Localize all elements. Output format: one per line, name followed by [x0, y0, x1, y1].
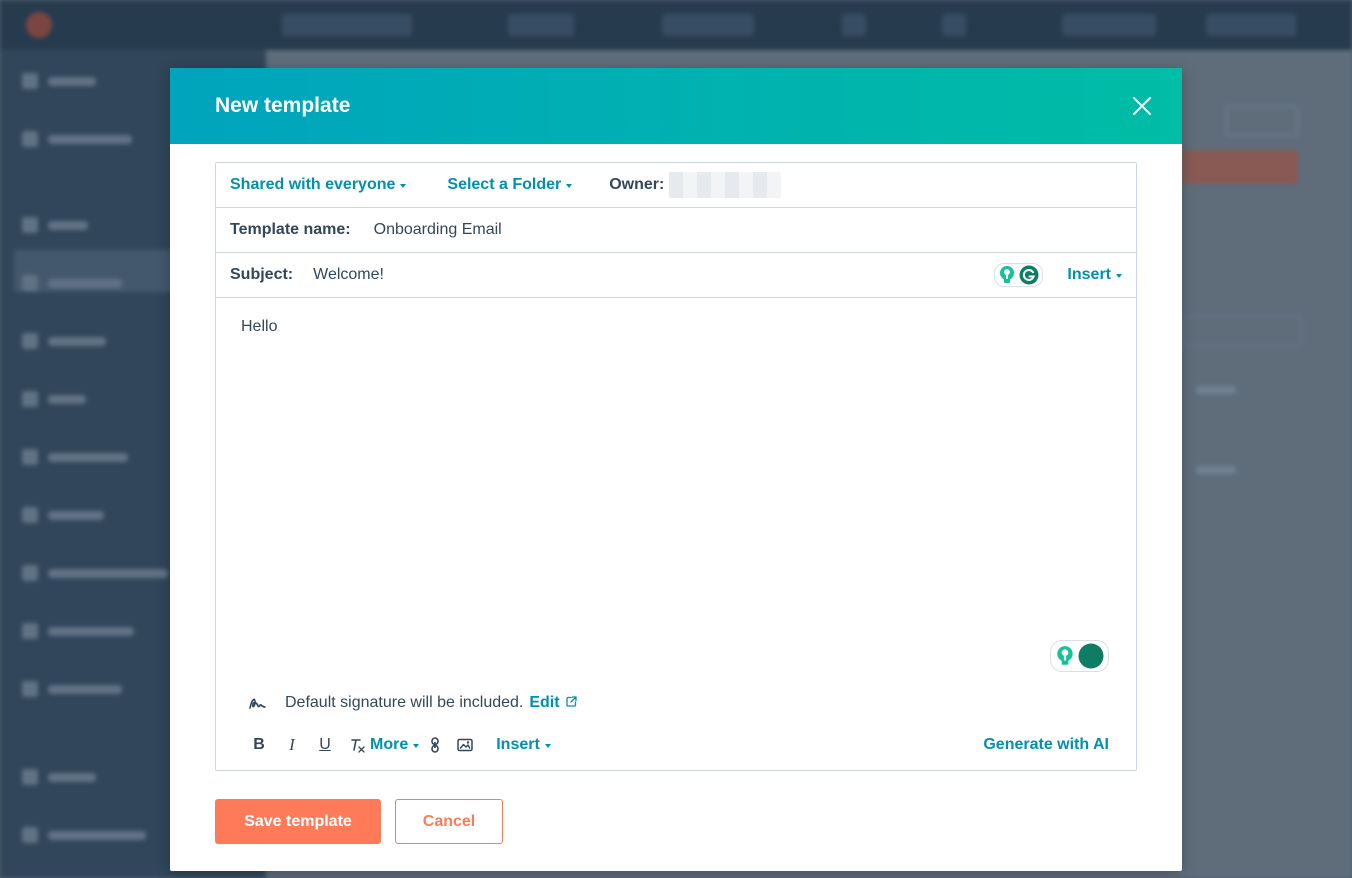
generate-with-ai-label: Generate with AI	[983, 736, 1109, 753]
chevron-down-icon	[544, 743, 551, 748]
template-meta-row: Shared with everyone Select a Folder Own…	[216, 163, 1136, 208]
more-dropdown[interactable]: More	[370, 736, 420, 754]
email-body-editor[interactable]: Hello Default signature will be included…	[216, 298, 1136, 771]
owner-value-redacted	[669, 172, 782, 198]
chevron-down-icon	[400, 183, 407, 188]
folder-dropdown-label: Select a Folder	[447, 176, 562, 193]
subject-input[interactable]: Welcome!	[313, 266, 384, 284]
subject-insert-dropdown[interactable]: Insert	[1067, 266, 1122, 284]
sharing-dropdown[interactable]: Shared with everyone	[230, 176, 407, 194]
grammarly-widget-bottom[interactable]	[1050, 640, 1109, 672]
template-name-label: Template name:	[230, 221, 351, 238]
chevron-down-icon	[413, 743, 420, 748]
formatting-toolbar: B I U More Insert Generate with AI	[249, 734, 1109, 756]
template-editor-panel: Shared with everyone Select a Folder Own…	[215, 162, 1137, 771]
subject-insert-label: Insert	[1067, 266, 1111, 283]
sharing-dropdown-label: Shared with everyone	[230, 176, 396, 193]
subject-actions: Insert	[994, 263, 1122, 287]
image-icon[interactable]	[455, 735, 475, 755]
link-icon[interactable]	[425, 735, 445, 755]
body-insert-label: Insert	[496, 736, 540, 753]
lightbulb-icon[interactable]	[998, 265, 1016, 285]
signature-edit-label: Edit	[529, 694, 560, 711]
signature-edit-link[interactable]: Edit	[529, 694, 577, 712]
chevron-down-icon	[566, 183, 573, 188]
folder-dropdown[interactable]: Select a Folder	[447, 176, 573, 194]
modal-header: New template	[170, 68, 1182, 144]
owner-label: Owner:	[609, 176, 665, 193]
grammarly-widget[interactable]	[994, 263, 1044, 287]
close-icon[interactable]	[1130, 94, 1154, 118]
generate-with-ai-button[interactable]: Generate with AI	[983, 736, 1109, 754]
cancel-button[interactable]: Cancel	[395, 799, 503, 844]
signature-icon	[249, 698, 266, 709]
bold-icon[interactable]: B	[249, 735, 269, 755]
chevron-down-icon	[1116, 273, 1122, 278]
template-name-input[interactable]: Onboarding Email	[374, 221, 502, 239]
email-body-text[interactable]: Hello	[241, 318, 277, 336]
subject-row: Subject: Welcome! Insert	[216, 253, 1136, 298]
template-name-row[interactable]: Template name: Onboarding Email	[216, 208, 1136, 253]
body-insert-dropdown[interactable]: Insert	[496, 736, 551, 754]
modal-title: New template	[215, 94, 351, 117]
more-dropdown-label: More	[370, 736, 409, 753]
grammarly-icon[interactable]	[1019, 265, 1039, 285]
signature-text: Default signature will be included.	[285, 694, 524, 711]
external-link-icon	[565, 695, 577, 707]
grammarly-icon[interactable]	[1078, 643, 1104, 669]
save-template-button[interactable]: Save template	[215, 799, 381, 844]
underline-icon[interactable]: U	[315, 735, 335, 755]
lightbulb-icon[interactable]	[1055, 645, 1075, 667]
italic-icon[interactable]: I	[282, 735, 302, 755]
clear-format-icon[interactable]	[348, 735, 368, 755]
subject-field: Subject: Welcome!	[230, 266, 384, 284]
new-template-modal: New template Shared with everyone Select…	[170, 68, 1182, 871]
subject-label: Subject:	[230, 266, 294, 283]
signature-notice: Default signature will be included. Edit	[249, 694, 577, 712]
